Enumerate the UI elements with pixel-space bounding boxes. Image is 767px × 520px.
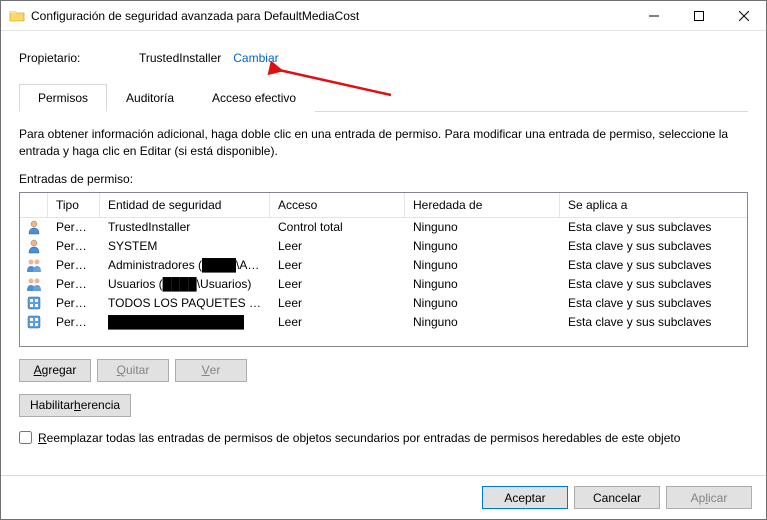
grid-header[interactable]: Tipo Entidad de seguridad Acceso Heredad…	[20, 193, 747, 218]
cell-type: Perm...	[48, 219, 100, 235]
view-button[interactable]: Ver	[175, 359, 247, 382]
cell-principal: ████████████████	[100, 314, 270, 330]
enable-inheritance-button[interactable]: Habilitar herencia	[19, 394, 131, 417]
cell-access: Leer	[270, 257, 405, 273]
cell-applies: Esta clave y sus subclaves	[560, 314, 747, 330]
folder-icon	[9, 8, 25, 24]
group-icon	[26, 276, 42, 292]
cell-principal: SYSTEM	[100, 238, 270, 254]
cell-applies: Esta clave y sus subclaves	[560, 257, 747, 273]
table-row[interactable]: Perm...TrustedInstallerControl totalNing…	[20, 218, 747, 237]
cell-principal: TrustedInstaller	[100, 219, 270, 235]
col-type[interactable]: Tipo	[48, 193, 100, 217]
replace-checkbox-label: Reemplazar todas las entradas de permiso…	[38, 431, 680, 445]
add-button[interactable]: Agregar	[19, 359, 91, 382]
table-row[interactable]: Perm...████████████████LeerNingunoEsta c…	[20, 313, 747, 332]
window-title: Configuración de seguridad avanzada para…	[31, 9, 631, 23]
tab-auditing[interactable]: Auditoría	[107, 84, 193, 112]
cell-inherited: Ninguno	[405, 238, 560, 254]
change-owner-link[interactable]: Cambiar	[233, 51, 278, 65]
cell-access: Control total	[270, 219, 405, 235]
cell-applies: Esta clave y sus subclaves	[560, 276, 747, 292]
replace-checkbox[interactable]	[19, 431, 32, 444]
cell-inherited: Ninguno	[405, 295, 560, 311]
cell-type: Perm...	[48, 257, 100, 273]
owner-label: Propietario:	[19, 51, 139, 65]
owner-value: TrustedInstaller	[139, 51, 221, 65]
cell-principal: TODOS LOS PAQUETES DE AP...	[100, 295, 270, 311]
cell-access: Leer	[270, 276, 405, 292]
cell-access: Leer	[270, 295, 405, 311]
cell-principal: Usuarios (████\Usuarios)	[100, 276, 270, 292]
info-text: Para obtener información adicional, haga…	[19, 126, 748, 160]
user-icon	[26, 238, 42, 254]
cell-type: Perm...	[48, 295, 100, 311]
pkg-icon	[26, 314, 42, 330]
cell-inherited: Ninguno	[405, 276, 560, 292]
table-row[interactable]: Perm...TODOS LOS PAQUETES DE AP...LeerNi…	[20, 294, 747, 313]
replace-checkbox-row[interactable]: Reemplazar todas las entradas de permiso…	[19, 431, 748, 445]
remove-button[interactable]: Quitar	[97, 359, 169, 382]
pkg-icon	[26, 295, 42, 311]
apply-button[interactable]: Aplicar	[666, 486, 752, 509]
permission-entries-grid[interactable]: Tipo Entidad de seguridad Acceso Heredad…	[19, 192, 748, 347]
user-icon	[26, 219, 42, 235]
col-principal[interactable]: Entidad de seguridad	[100, 193, 270, 217]
cell-type: Perm...	[48, 238, 100, 254]
ok-button[interactable]: Aceptar	[482, 486, 568, 509]
cell-type: Perm...	[48, 314, 100, 330]
cell-inherited: Ninguno	[405, 219, 560, 235]
close-button[interactable]	[721, 1, 766, 30]
maximize-button[interactable]	[676, 1, 721, 30]
col-access[interactable]: Acceso	[270, 193, 405, 217]
cell-applies: Esta clave y sus subclaves	[560, 219, 747, 235]
tab-effective-access[interactable]: Acceso efectivo	[193, 84, 315, 112]
cell-principal: Administradores (████\Adm...	[100, 257, 270, 273]
group-icon	[26, 257, 42, 273]
cell-inherited: Ninguno	[405, 314, 560, 330]
cell-type: Perm...	[48, 276, 100, 292]
cell-access: Leer	[270, 238, 405, 254]
tab-permissions[interactable]: Permisos	[19, 84, 107, 112]
col-inherited[interactable]: Heredada de	[405, 193, 560, 217]
minimize-button[interactable]	[631, 1, 676, 30]
table-row[interactable]: Perm...SYSTEMLeerNingunoEsta clave y sus…	[20, 237, 747, 256]
table-row[interactable]: Perm...Usuarios (████\Usuarios)LeerNingu…	[20, 275, 747, 294]
cell-applies: Esta clave y sus subclaves	[560, 295, 747, 311]
entries-label: Entradas de permiso:	[19, 172, 748, 186]
cell-inherited: Ninguno	[405, 257, 560, 273]
cancel-button[interactable]: Cancelar	[574, 486, 660, 509]
col-applies[interactable]: Se aplica a	[560, 193, 747, 217]
cell-access: Leer	[270, 314, 405, 330]
cell-applies: Esta clave y sus subclaves	[560, 238, 747, 254]
table-row[interactable]: Perm...Administradores (████\Adm...LeerN…	[20, 256, 747, 275]
